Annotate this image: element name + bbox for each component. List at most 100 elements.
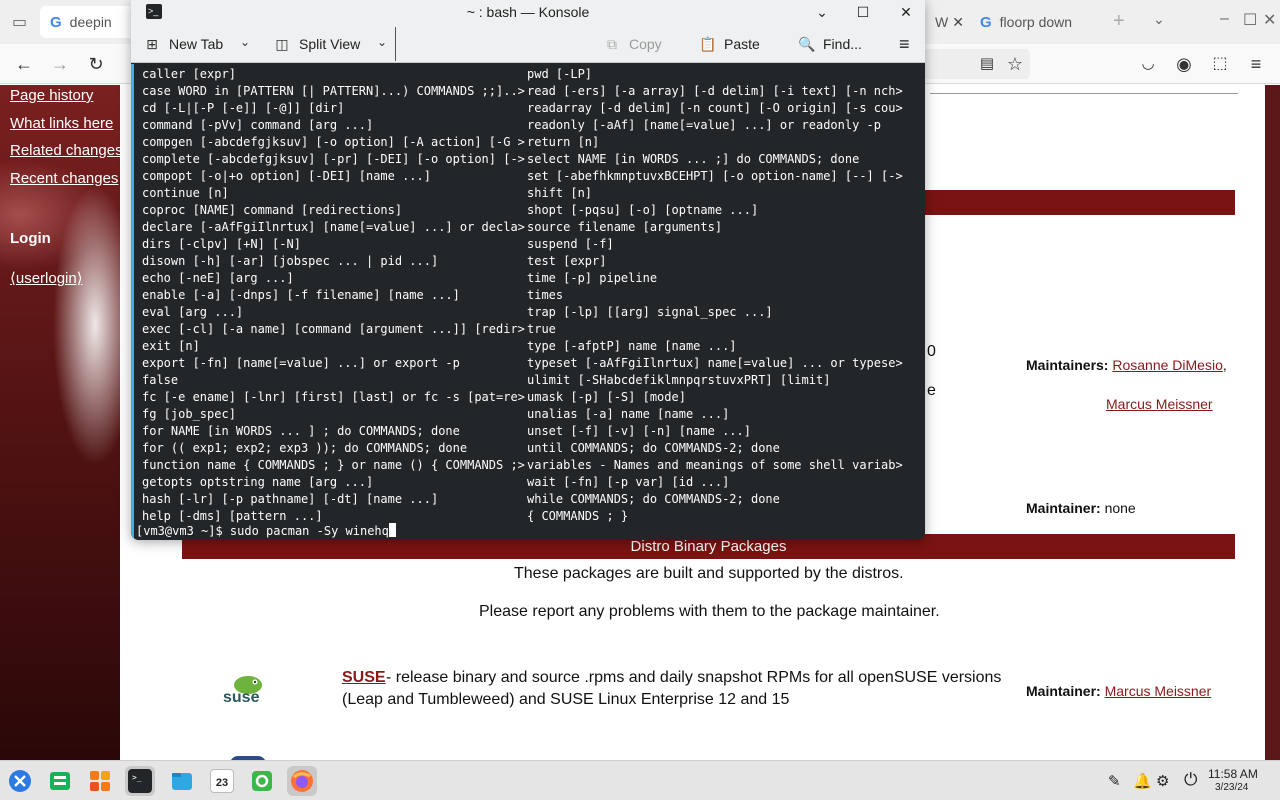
settings-icon[interactable] [247, 766, 277, 796]
what-links-here-link[interactable]: What links here [10, 115, 125, 143]
terminal-line: select NAME [in WORDS ... ;] do COMMANDS… [527, 152, 860, 166]
new-tab-icon: ⊞ [146, 35, 158, 52]
back-icon[interactable]: ← [12, 52, 36, 76]
file-manager-icon[interactable] [167, 766, 197, 796]
calendar-icon[interactable]: 23 [207, 766, 237, 796]
clock-date[interactable]: 3/23/24 [1215, 782, 1248, 793]
konsole-window[interactable]: >_ ~ : bash — Konsole ⌄ ☐ ✕ ⊞ New Tab ⌄ … [131, 0, 925, 540]
browser-tab-label: W [935, 14, 949, 30]
terminal-line: echo [-neE] [arg ...] [142, 271, 294, 285]
terminal-line: ulimit [-SHabcdefiklmnpqrstuvxPRT] [limi… [527, 373, 831, 387]
shell-prompt: [vm3@vm3 ~]$ sudo pacman -Sy winehq [136, 523, 396, 540]
terminal-line: set [-abefhkmnptuvxBCEHPT] [-o option-na… [527, 169, 903, 183]
close-tab-icon[interactable]: ✕ [952, 14, 964, 31]
terminal-line: complete [-abcdefgjksuv] [-pr] [-DEI] [-… [142, 152, 525, 166]
browser-tab-floorp[interactable]: G floorp down [970, 6, 1095, 38]
maintainer-link[interactable]: Marcus Meissner [1106, 396, 1213, 412]
chevron-down-icon[interactable]: ⌄ [1153, 11, 1165, 28]
close-icon[interactable]: ✕ [1263, 10, 1276, 30]
paste-button[interactable]: 📋 Paste [699, 31, 760, 57]
page-history-link[interactable]: Page history [10, 87, 125, 115]
terminal-line: for (( exp1; exp2; exp3 )); do COMMANDS;… [142, 441, 468, 455]
terminal-line: unalias [-a] name [name ...] [527, 407, 730, 421]
maintainer-label: Maintainer: [1026, 500, 1101, 516]
recent-changes-link[interactable]: Recent changes [10, 170, 125, 198]
konsole-toolbar: ⊞ New Tab ⌄ ◫ Split View ⌄ ⧉ Copy 📋 Past… [131, 25, 925, 63]
find-button[interactable]: 🔍 Find... [798, 31, 862, 57]
split-view-button[interactable]: ◫ Split View [274, 31, 360, 57]
account-icon[interactable]: ◉ [1172, 52, 1196, 76]
terminal-line: source filename [arguments] [527, 220, 723, 234]
reload-icon[interactable]: ↻ [84, 52, 108, 76]
firefox-icon[interactable] [287, 766, 317, 796]
terminal-line: until COMMANDS; do COMMANDS-2; done [527, 441, 780, 455]
minimize-icon[interactable]: – [1220, 10, 1229, 28]
copy-icon: ⧉ [607, 35, 617, 52]
related-changes-link[interactable]: Related changes [10, 142, 125, 170]
tab-overview-icon[interactable]: ▭ [12, 12, 27, 32]
notification-bell-icon[interactable]: 🔔 [1133, 772, 1152, 790]
terminal-line: test [expr] [527, 254, 607, 268]
pen-tool-icon[interactable]: ✎ [1108, 772, 1121, 790]
browser-tab-w[interactable]: W ✕ [925, 6, 965, 38]
konsole-taskbar-icon[interactable]: >_ [125, 766, 155, 796]
google-icon: G [50, 13, 62, 31]
terminal-line: caller [expr] [142, 67, 236, 81]
sidebar-tools: Page history What links here Related cha… [10, 87, 125, 197]
clock-time[interactable]: 11:58 AM [1208, 767, 1258, 781]
terminal-line: hash [-lr] [-p pathname] [-dt] [name ...… [142, 492, 439, 506]
terminal-line: unset [-f] [-v] [-n] [name ...] [527, 424, 751, 438]
terminal-line: fg [job_spec] [142, 407, 236, 421]
multitasking-icon[interactable] [45, 766, 75, 796]
userlogin-link[interactable]: ⟨userlogin⟩ [10, 269, 83, 287]
app-store-icon[interactable] [85, 766, 115, 796]
close-icon[interactable]: ✕ [896, 2, 916, 22]
launcher-icon[interactable] [5, 766, 35, 796]
terminal-cursor [388, 523, 396, 537]
maximize-icon[interactable]: ☐ [853, 2, 873, 22]
power-icon[interactable]: ⏻ [1184, 770, 1197, 790]
hamburger-menu-icon[interactable]: ≡ [899, 31, 910, 57]
forward-icon[interactable]: → [48, 52, 72, 76]
terminal-line: getopts optstring name [arg ...] [142, 475, 374, 489]
terminal-line: while COMMANDS; do COMMANDS-2; done [527, 492, 780, 506]
terminal-line: wait [-fn] [-p var] [id ...] [527, 475, 730, 489]
maintainers-row: Maintainers: Rosanne DiMesio, [1026, 357, 1227, 373]
terminal-line: suspend [-f] [527, 237, 614, 251]
browser-tab-deepin[interactable]: G deepin [40, 6, 140, 38]
copy-button[interactable]: ⧉ Copy [604, 31, 662, 57]
chevron-down-icon[interactable]: ⌄ [240, 35, 250, 49]
find-label: Find... [823, 36, 862, 52]
control-center-icon[interactable]: ⚙ [1156, 772, 1169, 790]
split-view-label: Split View [299, 36, 361, 52]
browser-tab-label: floorp down [999, 14, 1073, 30]
split-view-icon: ◫ [275, 35, 289, 52]
chevron-down-icon[interactable]: ⌄ [377, 35, 387, 49]
konsole-titlebar[interactable]: >_ ~ : bash — Konsole ⌄ ☐ ✕ [131, 0, 925, 25]
terminal-line: times [527, 288, 564, 302]
new-tab-icon[interactable]: + [1113, 10, 1125, 33]
prompt-text: [vm3@vm3 ~]$ sudo pacman -Sy winehq [136, 524, 389, 538]
login-heading: Login [10, 230, 51, 247]
terminal-line: shopt [-pqsu] [-o] [optname ...] [527, 203, 759, 217]
reader-mode-icon[interactable]: ▤ [975, 52, 999, 76]
terminal-line: enable [-a] [-dnps] [-f filename] [name … [142, 288, 460, 302]
maintainer-label: Maintainer: [1026, 683, 1101, 699]
extensions-icon[interactable]: ⬚ [1208, 52, 1232, 76]
minimize-icon[interactable]: ⌄ [812, 2, 832, 22]
maintainer-value: none [1104, 500, 1136, 516]
suse-link[interactable]: SUSE [342, 669, 386, 687]
terminal-area[interactable]: caller [expr] case WORD in [PATTERN [| PA… [131, 64, 925, 540]
menu-icon[interactable]: ≡ [1244, 52, 1268, 76]
bookmark-star-icon[interactable]: ☆ [1003, 52, 1027, 76]
new-tab-label: New Tab [169, 36, 224, 52]
suse-description: - release binary and source .rpms and da… [386, 669, 1002, 686]
pocket-icon[interactable]: ◡ [1136, 52, 1160, 76]
maintainer-link[interactable]: Rosanne DiMesio [1112, 357, 1223, 373]
new-tab-button[interactable]: ⊞ New Tab [144, 31, 223, 57]
terminal-line: variables - Names and meanings of some s… [527, 458, 903, 472]
suse-description-2: (Leap and Tumbleweed) and SUSE Linux Ent… [342, 691, 790, 708]
maintainer-link[interactable]: Marcus Meissner [1105, 683, 1212, 699]
maximize-icon[interactable]: ☐ [1243, 10, 1257, 30]
terminal-line: coproc [NAME] command [redirections] [142, 203, 403, 217]
